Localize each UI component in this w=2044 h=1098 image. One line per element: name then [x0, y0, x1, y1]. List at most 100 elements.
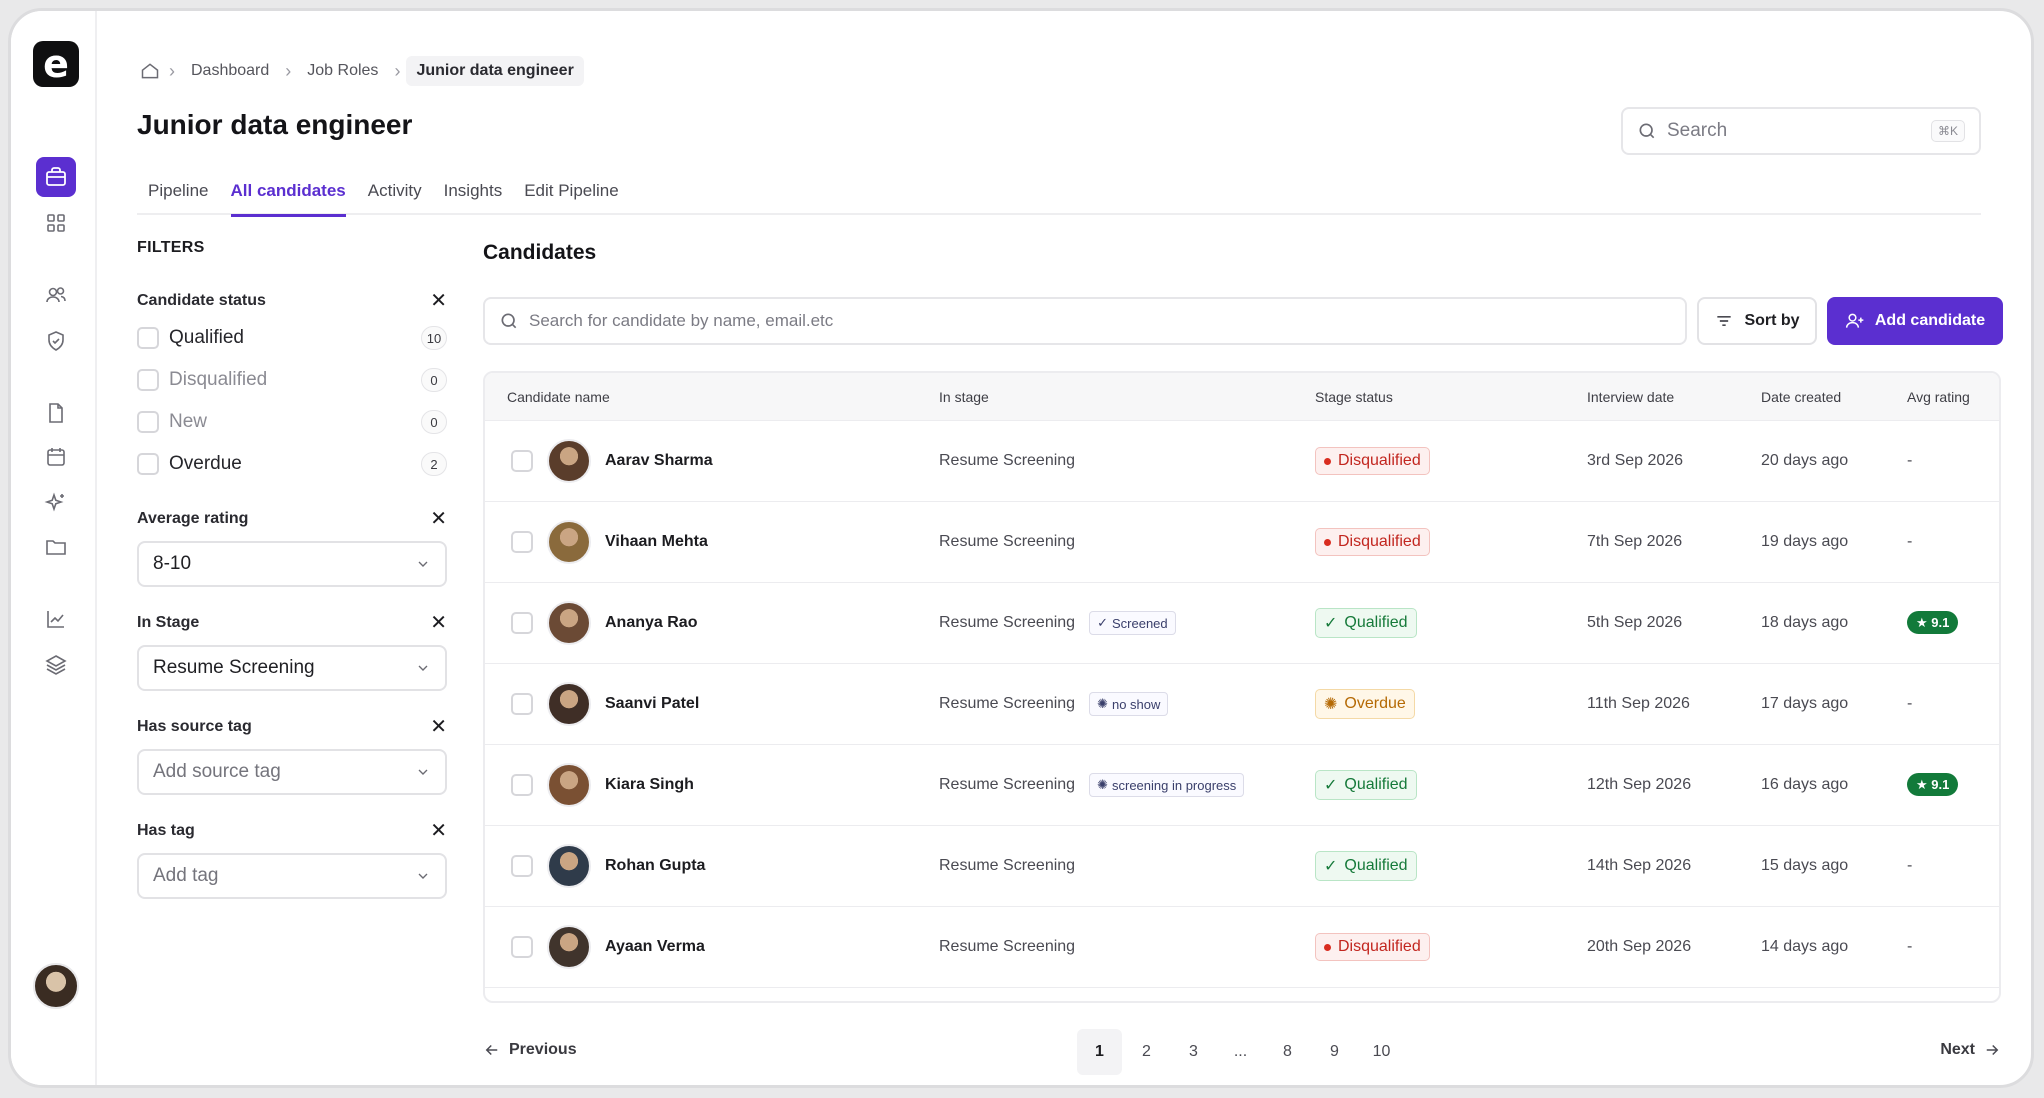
- table-row[interactable]: Vihaan Mehta Resume Screening Disqualifi…: [485, 502, 1999, 583]
- avatar: [547, 601, 591, 645]
- page-number[interactable]: 9: [1312, 1029, 1357, 1075]
- table-row[interactable]: Ananya Rao Resume Screening ✓ Screened ✓ Q…: [485, 583, 1999, 664]
- column-header[interactable]: Interview date: [1587, 389, 1674, 405]
- row-checkbox[interactable]: [511, 855, 533, 877]
- candidate-name[interactable]: Ayaan Verma: [605, 938, 705, 956]
- row-checkbox[interactable]: [511, 774, 533, 796]
- column-header[interactable]: Avg rating: [1907, 389, 1970, 405]
- checkbox[interactable]: [137, 327, 159, 349]
- date-created: 17 days ago: [1761, 695, 1849, 712]
- average-rating-header: Average rating ✕: [137, 509, 447, 529]
- status-option-label: New: [169, 411, 208, 432]
- next-page-button[interactable]: Next: [1940, 1041, 2001, 1059]
- page-number[interactable]: 10: [1359, 1029, 1404, 1075]
- home-icon[interactable]: [137, 58, 163, 84]
- close-icon[interactable]: ✕: [430, 291, 447, 311]
- tag-text: no show: [1111, 696, 1161, 712]
- shield-icon[interactable]: [36, 321, 76, 361]
- table-row[interactable]: Saanvi Patel Resume Screening ✺ no show ✺…: [485, 664, 1999, 745]
- tab-all-candidates[interactable]: All candidates: [220, 173, 357, 217]
- checkbox[interactable]: [137, 453, 159, 475]
- in-stage-header: In Stage ✕: [137, 613, 447, 633]
- table-row[interactable]: Rohan Gupta Resume Screening ✓ Qualified …: [485, 826, 1999, 907]
- document-icon[interactable]: [36, 393, 76, 433]
- table-row[interactable]: Kiara Singh Resume Screening ✺ screening …: [485, 745, 1999, 826]
- column-header[interactable]: Stage status: [1315, 389, 1393, 405]
- calendar-icon[interactable]: [36, 437, 76, 477]
- candidate-search-input[interactable]: Search for candidate by name, email.etc: [483, 297, 1687, 345]
- user-avatar[interactable]: [33, 963, 79, 1009]
- column-header[interactable]: In stage: [939, 389, 989, 405]
- row-checkbox[interactable]: [511, 612, 533, 634]
- page-number[interactable]: 2: [1124, 1029, 1169, 1075]
- source-tag-select[interactable]: Add source tag: [137, 749, 447, 795]
- status-option-qualified[interactable]: Qualified 10: [137, 317, 447, 359]
- stage-name: Resume Screening: [939, 776, 1076, 793]
- column-header[interactable]: Candidate name: [507, 389, 610, 405]
- row-checkbox[interactable]: [511, 531, 533, 553]
- status-option-disqualified[interactable]: Disqualified 0: [137, 359, 447, 401]
- tag-icon: ✺: [1097, 696, 1108, 711]
- table-body: Aarav Sharma Resume Screening Disqualifi…: [485, 421, 1999, 988]
- checkbox[interactable]: [137, 369, 159, 391]
- folder-icon[interactable]: [36, 527, 76, 567]
- status-cell: Disqualified: [1315, 528, 1430, 556]
- table-row[interactable]: Ayaan Verma Resume Screening Disqualifie…: [485, 907, 1999, 988]
- layers-icon[interactable]: [36, 645, 76, 685]
- candidate-name[interactable]: Saanvi Patel: [605, 695, 699, 713]
- interview-date: 14th Sep 2026: [1587, 857, 1692, 874]
- page-number[interactable]: 8: [1265, 1029, 1310, 1075]
- candidate-name[interactable]: Rohan Gupta: [605, 857, 705, 875]
- tab-insights[interactable]: Insights: [433, 173, 514, 215]
- candidate-name[interactable]: Aarav Sharma: [605, 452, 713, 470]
- page-title: Junior data engineer: [137, 109, 413, 140]
- column-header[interactable]: Date created: [1761, 389, 1841, 405]
- interview-date: 5th Sep 2026: [1587, 614, 1683, 631]
- loading-icon: ✺: [1324, 696, 1338, 713]
- users-icon[interactable]: [36, 275, 76, 315]
- sparkle-icon[interactable]: [36, 483, 76, 523]
- row-checkbox[interactable]: [511, 936, 533, 958]
- breadcrumb-job-roles[interactable]: Job Roles: [297, 62, 388, 80]
- page-number[interactable]: 1: [1077, 1029, 1122, 1075]
- search-icon: [501, 313, 517, 329]
- candidate-name[interactable]: Kiara Singh: [605, 776, 694, 794]
- close-icon[interactable]: ✕: [430, 821, 447, 841]
- chevron-down-icon: [418, 769, 428, 775]
- rating-empty: -: [1907, 857, 1913, 874]
- average-rating-select[interactable]: 8-10: [137, 541, 447, 587]
- tag-select[interactable]: Add tag: [137, 853, 447, 899]
- status-option-new[interactable]: New 0: [137, 401, 447, 443]
- app-logo[interactable]: e: [33, 41, 79, 87]
- breadcrumb: › Dashboard › Job Roles › Junior data en…: [137, 53, 584, 89]
- status-text: Qualified: [1344, 857, 1408, 874]
- page-number[interactable]: 3: [1171, 1029, 1216, 1075]
- status-option-overdue[interactable]: Overdue 2: [137, 443, 447, 485]
- tag-icon: ✺: [1097, 777, 1108, 792]
- in-stage-select[interactable]: Resume Screening: [137, 645, 447, 691]
- sort-button[interactable]: Sort by: [1697, 297, 1817, 345]
- candidate-cell: Ayaan Verma: [507, 925, 705, 969]
- chart-icon[interactable]: [36, 599, 76, 639]
- global-search[interactable]: Search ⌘K: [1621, 107, 1981, 155]
- rating-cell: -: [1907, 695, 1912, 713]
- close-icon[interactable]: ✕: [430, 717, 447, 737]
- row-checkbox[interactable]: [511, 693, 533, 715]
- tab-edit-pipeline[interactable]: Edit Pipeline: [513, 173, 630, 215]
- filters-panel: FILTERS Candidate status ✕ Qualified 10 …: [137, 239, 447, 899]
- jobs-icon[interactable]: [36, 157, 76, 197]
- close-icon[interactable]: ✕: [430, 509, 447, 529]
- breadcrumb-dashboard[interactable]: Dashboard: [181, 62, 279, 80]
- row-checkbox[interactable]: [511, 450, 533, 472]
- candidate-name[interactable]: Ananya Rao: [605, 614, 697, 632]
- candidate-name[interactable]: Vihaan Mehta: [605, 533, 708, 551]
- previous-page-button[interactable]: Previous: [483, 1041, 577, 1059]
- add-candidate-button[interactable]: Add candidate: [1827, 297, 2003, 345]
- close-icon[interactable]: ✕: [430, 613, 447, 633]
- checkbox[interactable]: [137, 411, 159, 433]
- stage-name: Resume Screening: [939, 533, 1076, 550]
- table-row[interactable]: Aarav Sharma Resume Screening Disqualifi…: [485, 421, 1999, 502]
- tab-pipeline[interactable]: Pipeline: [137, 173, 220, 215]
- grid-icon[interactable]: [36, 203, 76, 243]
- tab-activity[interactable]: Activity: [357, 173, 433, 215]
